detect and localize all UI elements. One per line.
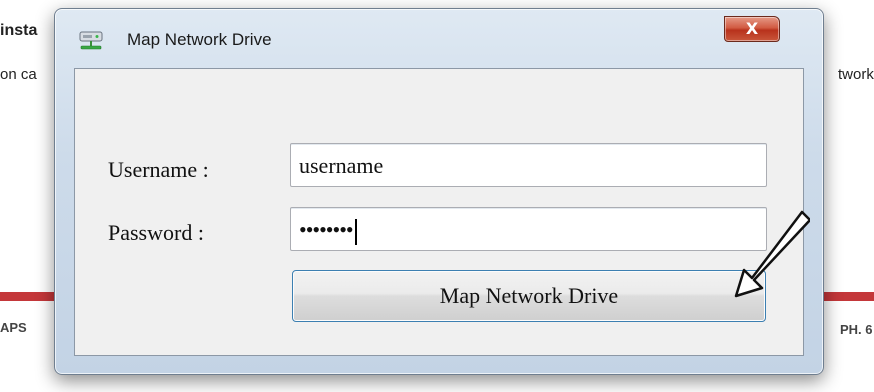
map-network-drive-dialog: Map Network Drive X Username : username … xyxy=(54,8,824,375)
username-input[interactable]: username xyxy=(290,143,767,187)
pointer-arrow-icon xyxy=(734,210,810,298)
password-input[interactable]: •••••••• xyxy=(290,207,767,251)
close-button[interactable]: X xyxy=(724,16,780,42)
window-title: Map Network Drive xyxy=(127,30,272,49)
background-footer-fragment-left: APS xyxy=(0,320,27,335)
network-drive-icon xyxy=(79,31,103,50)
password-label: Password : xyxy=(108,220,204,245)
password-masked-value: •••••••• xyxy=(299,217,354,242)
background-red-bar-right xyxy=(820,292,874,301)
close-icon: X xyxy=(745,19,759,38)
background-footer-fragment-right: PH. 6 xyxy=(840,322,873,337)
background-heading-fragment: insta xyxy=(0,22,38,39)
background-red-bar-left xyxy=(0,292,60,301)
dialog-client-area: Username : username Password : •••••••• … xyxy=(74,68,804,356)
text-caret xyxy=(354,218,357,245)
background-text-fragment-left: on ca xyxy=(0,66,37,83)
username-label: Username : xyxy=(108,157,209,182)
map-network-drive-button[interactable]: Map Network Drive xyxy=(292,270,766,322)
background-text-fragment-right: twork xyxy=(838,66,874,83)
